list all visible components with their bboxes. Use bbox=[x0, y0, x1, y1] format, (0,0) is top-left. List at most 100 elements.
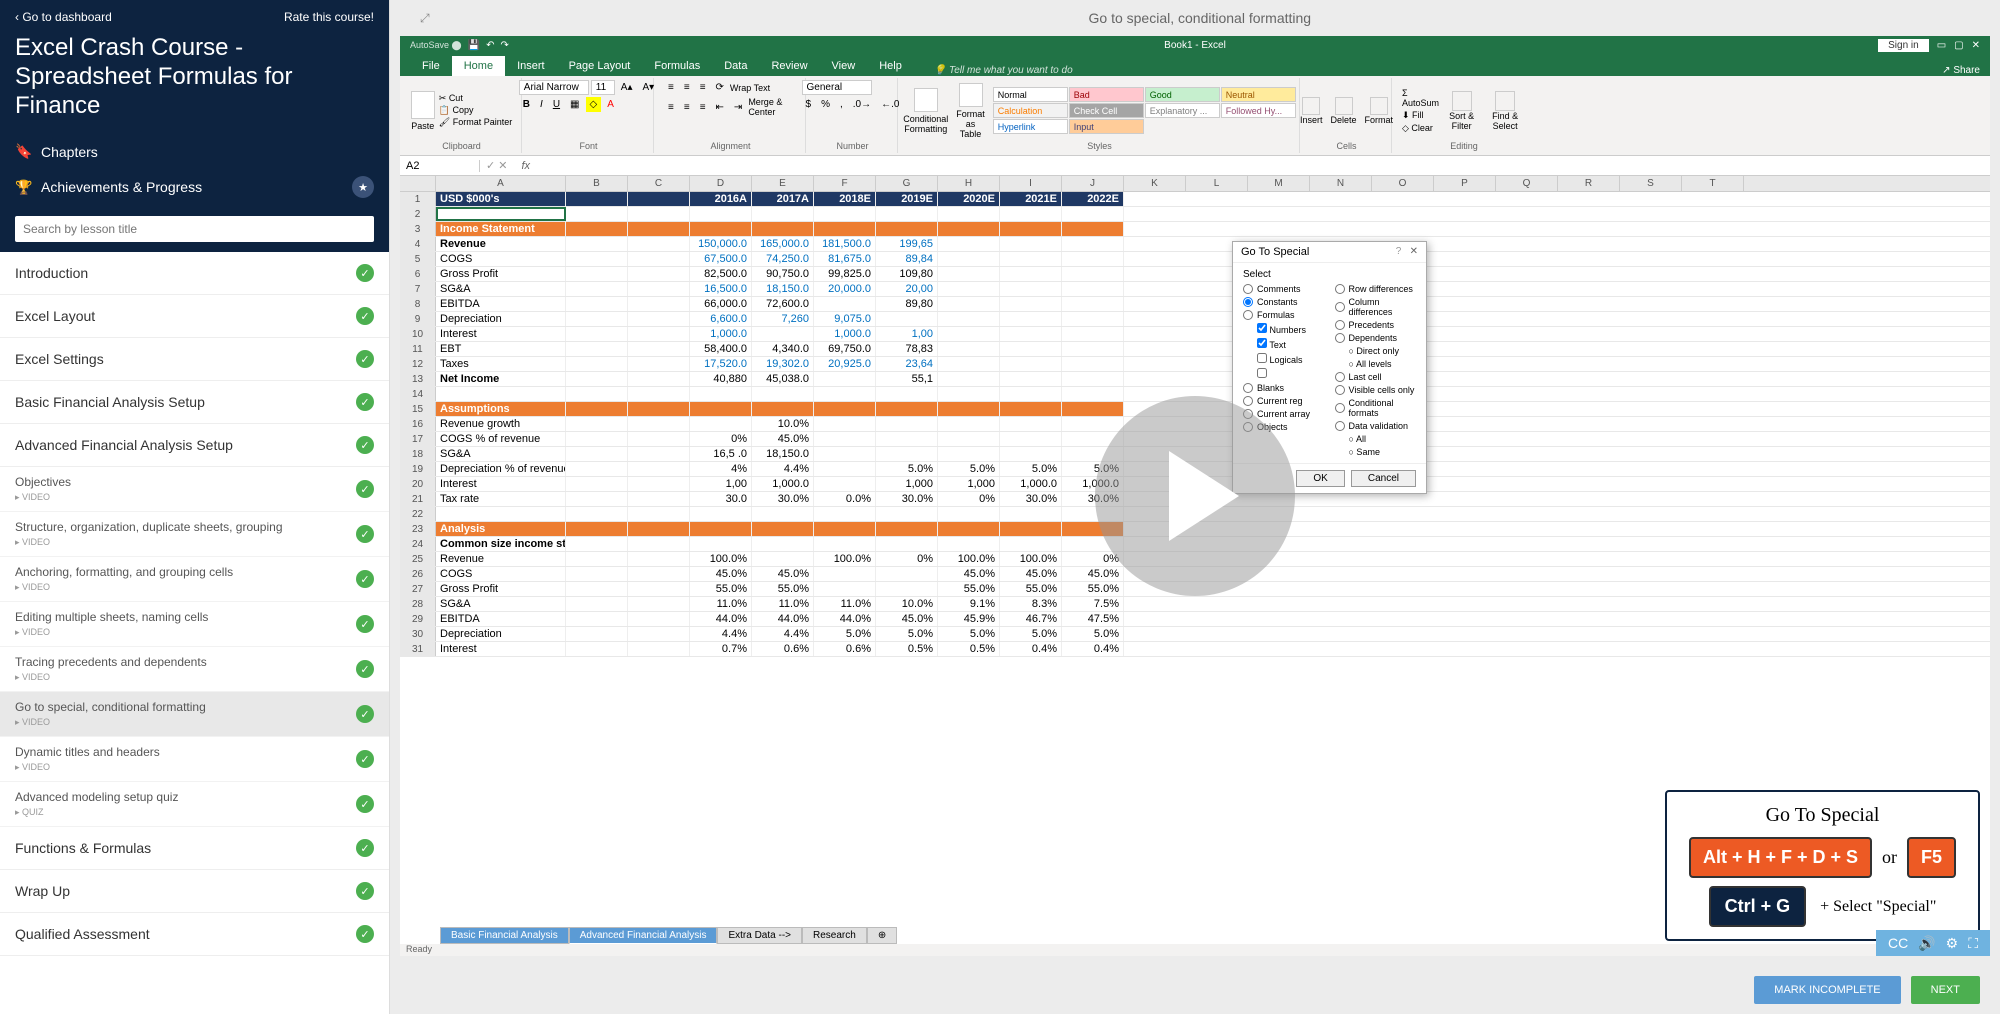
clear-button[interactable]: ◇ Clear bbox=[1402, 123, 1439, 134]
chapter-row[interactable]: Wrap Up✓ bbox=[0, 870, 389, 913]
orientation-icon[interactable]: ⟳ bbox=[712, 80, 728, 95]
tell-me-input[interactable]: 💡 Tell me what you want to do bbox=[934, 65, 1073, 76]
back-to-dashboard-link[interactable]: ‹ Go to dashboard bbox=[15, 10, 112, 24]
column-header[interactable]: B bbox=[566, 176, 628, 191]
chapter-row[interactable]: Qualified Assessment✓ bbox=[0, 913, 389, 956]
column-header[interactable]: K bbox=[1124, 176, 1186, 191]
search-input[interactable] bbox=[15, 216, 374, 242]
font-name-select[interactable]: Arial Narrow bbox=[519, 80, 589, 95]
format-cells-button[interactable]: Format bbox=[1365, 97, 1394, 125]
next-button[interactable]: NEXT bbox=[1911, 976, 1980, 1004]
number-format-select[interactable]: General bbox=[802, 80, 872, 95]
ribbon-tab-formulas[interactable]: Formulas bbox=[642, 56, 712, 76]
font-size-select[interactable]: 11 bbox=[591, 80, 615, 95]
dialog-option[interactable]: Numbers bbox=[1243, 323, 1325, 335]
increase-decimal-icon[interactable]: .0→ bbox=[849, 97, 875, 112]
dialog-cancel-button[interactable]: Cancel bbox=[1351, 470, 1416, 487]
cell-style[interactable]: Neutral bbox=[1221, 87, 1296, 102]
chapter-row[interactable]: Excel Settings✓ bbox=[0, 338, 389, 381]
cell-style[interactable]: Bad bbox=[1069, 87, 1144, 102]
maximize-icon[interactable]: ▢ bbox=[1954, 40, 1963, 51]
column-header[interactable]: I bbox=[1000, 176, 1062, 191]
dialog-option[interactable]: Data validation bbox=[1335, 421, 1417, 431]
column-header[interactable]: S bbox=[1620, 176, 1682, 191]
ribbon-tab-file[interactable]: File bbox=[410, 56, 452, 76]
ribbon-tab-home[interactable]: Home bbox=[452, 56, 505, 76]
ribbon-tab-review[interactable]: Review bbox=[759, 56, 819, 76]
ribbon-tab-data[interactable]: Data bbox=[712, 56, 759, 76]
bold-icon[interactable]: B bbox=[519, 97, 534, 112]
chapter-row[interactable]: Basic Financial Analysis Setup✓ bbox=[0, 381, 389, 424]
lesson-item[interactable]: Anchoring, formatting, and grouping cell… bbox=[0, 557, 389, 602]
column-header[interactable]: R bbox=[1558, 176, 1620, 191]
column-header[interactable]: M bbox=[1248, 176, 1310, 191]
sort-filter-button[interactable]: Sort & Filter bbox=[1443, 91, 1480, 131]
lesson-item[interactable]: Advanced modeling setup quiz▸ QUIZ✓ bbox=[0, 782, 389, 827]
cell-styles-gallery[interactable]: NormalBadGoodNeutralCalculationCheck Cel… bbox=[993, 87, 1296, 134]
column-header[interactable]: P bbox=[1434, 176, 1496, 191]
ribbon-tab-page-layout[interactable]: Page Layout bbox=[557, 56, 643, 76]
column-header[interactable]: C bbox=[628, 176, 690, 191]
cell-style[interactable]: Explanatory ... bbox=[1145, 103, 1220, 118]
fill-color-icon[interactable]: ◇ bbox=[586, 97, 602, 112]
insert-cells-button[interactable]: Insert bbox=[1300, 97, 1323, 125]
mark-incomplete-button[interactable]: MARK INCOMPLETE bbox=[1754, 976, 1900, 1004]
cell-style[interactable]: Hyperlink bbox=[993, 119, 1068, 134]
share-button[interactable]: ↗ Share bbox=[1942, 65, 1980, 76]
dialog-option[interactable]: Constants bbox=[1243, 297, 1325, 307]
italic-icon[interactable]: I bbox=[536, 97, 547, 112]
border-icon[interactable]: ▦ bbox=[566, 97, 583, 112]
dialog-option[interactable]: Formulas bbox=[1243, 310, 1325, 320]
dialog-option[interactable] bbox=[1243, 368, 1325, 380]
align-top-icon[interactable]: ≡ bbox=[664, 80, 678, 95]
merge-center-button[interactable]: Merge & Center bbox=[748, 97, 797, 117]
column-header[interactable]: T bbox=[1682, 176, 1744, 191]
chapter-row[interactable]: Advanced Financial Analysis Setup✓ bbox=[0, 424, 389, 467]
cell-style[interactable]: Calculation bbox=[993, 103, 1068, 118]
column-header[interactable]: G bbox=[876, 176, 938, 191]
grow-font-icon[interactable]: A▴ bbox=[617, 80, 637, 95]
column-header[interactable]: H bbox=[938, 176, 1000, 191]
dialog-option[interactable]: Precedents bbox=[1335, 320, 1417, 330]
cell-style[interactable]: Check Cell bbox=[1069, 103, 1144, 118]
dialog-ok-button[interactable]: OK bbox=[1296, 470, 1344, 487]
column-header[interactable]: Q bbox=[1496, 176, 1558, 191]
lesson-item[interactable]: Go to special, conditional formatting▸ V… bbox=[0, 692, 389, 737]
fill-button[interactable]: ⬇ Fill bbox=[1402, 110, 1439, 121]
find-select-button[interactable]: Find & Select bbox=[1484, 91, 1526, 131]
column-header[interactable]: E bbox=[752, 176, 814, 191]
lesson-item[interactable]: Editing multiple sheets, naming cells▸ V… bbox=[0, 602, 389, 647]
ribbon-tab-view[interactable]: View bbox=[820, 56, 868, 76]
column-header[interactable]: A bbox=[436, 176, 566, 191]
delete-cells-button[interactable]: Delete bbox=[1331, 97, 1357, 125]
chapters-nav[interactable]: 🔖 Chapters bbox=[15, 135, 374, 168]
ribbon-tab-help[interactable]: Help bbox=[867, 56, 914, 76]
rate-course-link[interactable]: Rate this course! bbox=[284, 10, 374, 24]
dialog-option[interactable]: Row differences bbox=[1335, 284, 1417, 294]
volume-icon[interactable]: 🔊 bbox=[1918, 935, 1935, 952]
dialog-option[interactable]: Comments bbox=[1243, 284, 1325, 294]
dialog-option[interactable]: Visible cells only bbox=[1335, 385, 1417, 395]
dialog-option[interactable]: ○ Same bbox=[1335, 447, 1417, 457]
ribbon-tab-insert[interactable]: Insert bbox=[505, 56, 557, 76]
video-player[interactable]: AutoSave ⬤ 💾 ↶ ↷ Book1 - Excel Sign in ▭… bbox=[400, 36, 1990, 956]
dialog-option[interactable]: Current reg bbox=[1243, 396, 1325, 406]
dialog-option[interactable]: Last cell bbox=[1335, 372, 1417, 382]
chapter-row[interactable]: Introduction✓ bbox=[0, 252, 389, 295]
dialog-option[interactable]: ○ All bbox=[1335, 434, 1417, 444]
dialog-option[interactable]: Conditional formats bbox=[1335, 398, 1417, 418]
comma-icon[interactable]: , bbox=[836, 97, 847, 112]
cell-style[interactable]: Good bbox=[1145, 87, 1220, 102]
sheet-tab[interactable]: Basic Financial Analysis bbox=[440, 927, 569, 944]
fx-icon[interactable]: fx bbox=[514, 160, 539, 172]
dialog-option[interactable]: ○ Direct only bbox=[1335, 346, 1417, 356]
wrap-text-button[interactable]: Wrap Text bbox=[730, 83, 770, 93]
lesson-item[interactable]: Objectives▸ VIDEO✓ bbox=[0, 467, 389, 512]
format-as-table-button[interactable]: Format as Table bbox=[956, 83, 985, 139]
cut-button[interactable]: ✂ Cut bbox=[439, 93, 512, 104]
column-header[interactable]: N bbox=[1310, 176, 1372, 191]
achievements-nav[interactable]: 🏆 Achievements & Progress ★ bbox=[15, 168, 374, 206]
column-header[interactable]: L bbox=[1186, 176, 1248, 191]
column-header[interactable]: J bbox=[1062, 176, 1124, 191]
column-header[interactable]: F bbox=[814, 176, 876, 191]
